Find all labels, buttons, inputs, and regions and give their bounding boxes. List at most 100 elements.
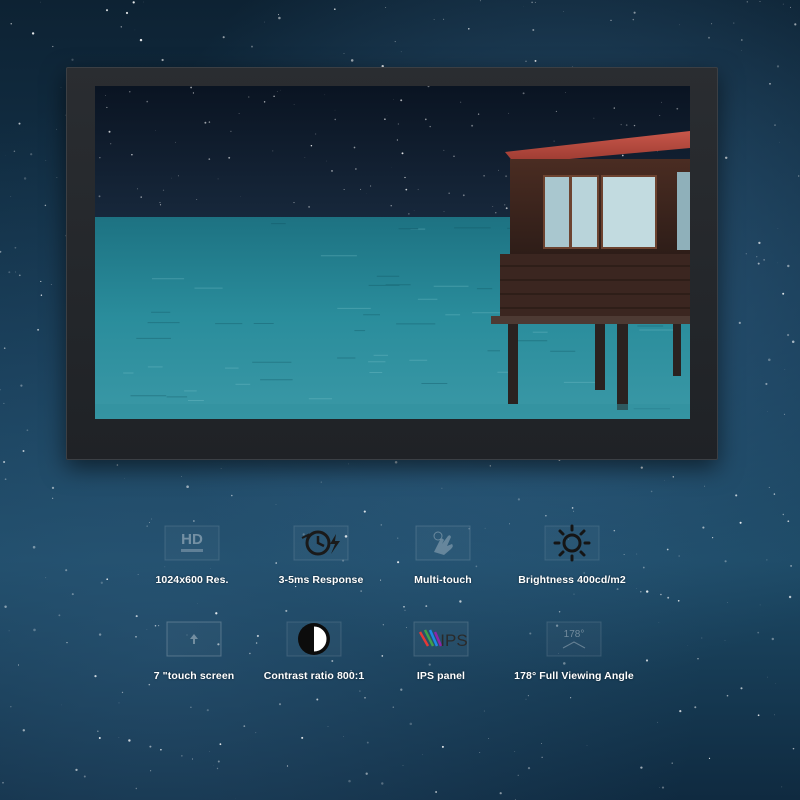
star [453,155,455,157]
star [44,204,47,207]
star [570,697,572,699]
star [140,196,142,198]
star [563,11,564,13]
star [724,560,727,563]
star [429,125,431,128]
star [448,192,450,194]
star [366,193,367,195]
star [661,101,663,103]
star [135,615,138,618]
star [151,518,153,520]
star [489,465,491,467]
star [181,755,183,757]
star [738,321,741,325]
star [402,765,404,766]
star [400,688,403,691]
star [757,262,760,265]
star [278,16,281,20]
star [4,478,7,481]
star [3,460,6,464]
star [209,751,210,752]
star [433,19,435,20]
star [766,676,768,678]
display-screen [95,86,690,419]
star [8,630,10,632]
star [293,104,295,105]
hd-icon: HD [164,525,220,561]
star [661,786,665,789]
star [56,128,57,130]
star [251,45,253,48]
star [779,141,781,143]
star [794,23,797,26]
star [350,59,354,62]
star [13,150,16,153]
star [650,490,653,493]
star [527,695,529,697]
star [326,160,327,162]
star [118,737,120,738]
star [264,21,265,23]
star [71,593,74,596]
star [558,611,561,613]
star [517,498,521,501]
star [660,593,662,596]
star [83,775,86,778]
star [285,609,288,612]
star [424,118,427,121]
star [771,637,775,641]
star [769,83,771,85]
star [316,698,319,701]
star [620,123,622,126]
star [712,537,714,539]
star [573,593,575,595]
star [640,766,643,769]
star [735,494,738,497]
ips-icon: IPS [413,621,469,657]
star [401,152,404,155]
star [333,8,336,11]
star [129,91,131,93]
star [190,86,192,89]
star [676,107,679,110]
star [708,757,711,760]
star [404,609,406,611]
star [162,189,165,191]
star [766,559,768,561]
star [555,110,557,112]
star [573,510,575,512]
star [621,154,624,157]
star [22,729,26,732]
star [640,466,643,469]
star [32,545,36,549]
star [483,710,485,712]
star [726,694,729,697]
star [132,1,135,4]
star [400,99,403,102]
star [633,124,636,127]
star [495,212,497,214]
star [782,513,785,516]
star [308,205,311,208]
star [792,747,795,750]
star [10,23,12,25]
star [667,596,670,599]
star [359,690,361,692]
star [37,328,40,331]
star [759,0,761,3]
star [393,99,394,101]
star [756,256,758,258]
star [128,739,131,742]
star [23,177,27,180]
star [788,595,792,599]
star [545,515,547,517]
star [60,87,62,88]
star [659,114,661,117]
star [479,752,481,753]
touch-hand-icon [415,525,471,561]
star [422,754,423,755]
star [105,9,109,12]
star [243,725,246,727]
star [366,741,369,744]
star [116,464,119,466]
